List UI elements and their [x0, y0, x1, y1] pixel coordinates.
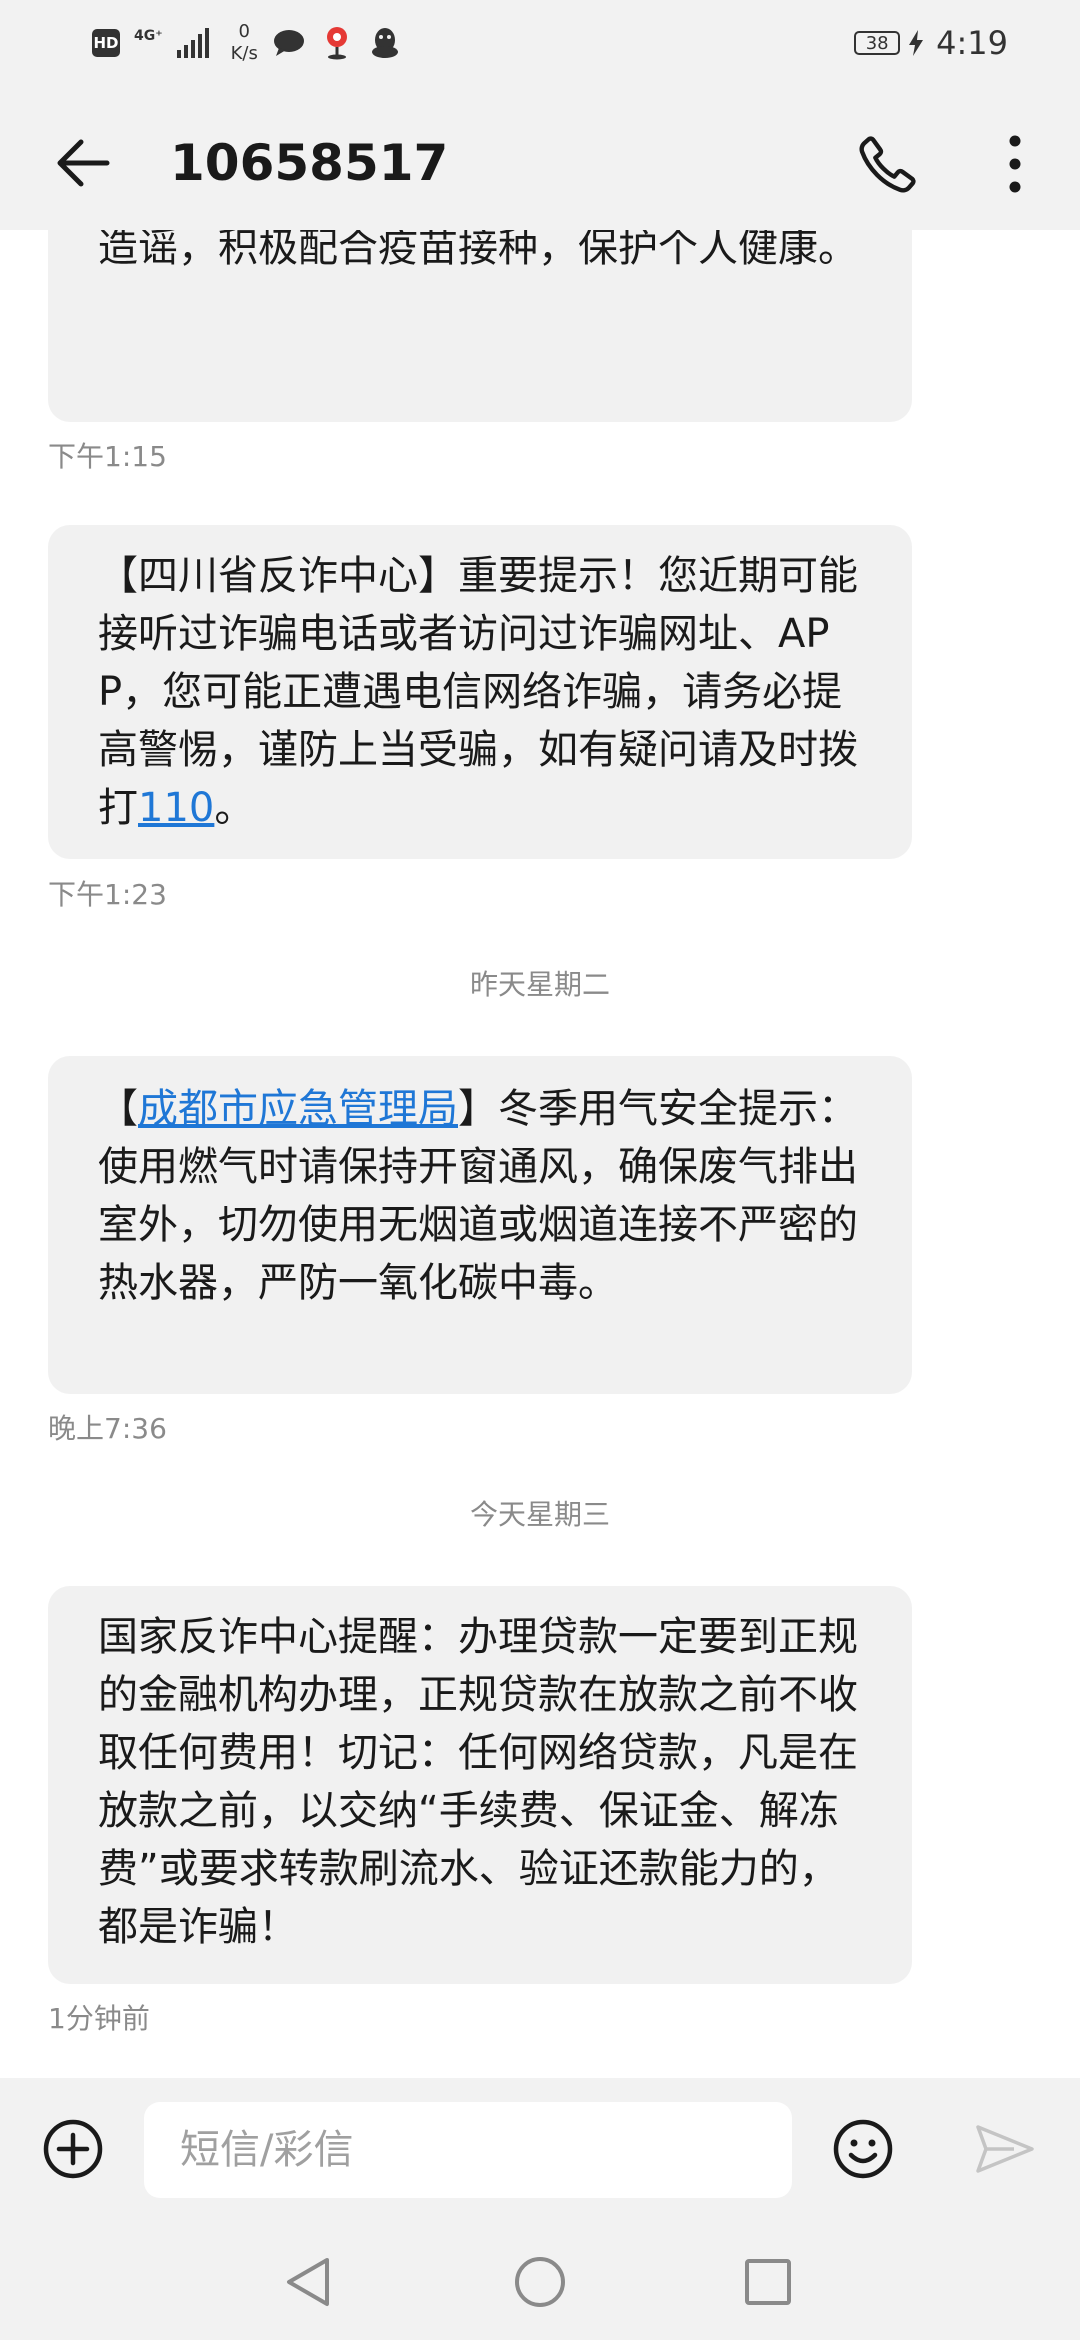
status-right-group: 38 4:19 [854, 18, 1008, 68]
emoji-button[interactable] [828, 2114, 898, 2184]
send-icon [976, 2125, 1034, 2173]
message-bubble[interactable]: 【成都市应急管理局】冬季用气安全提示：使用燃气时请保持开窗通风，确保废气排出室外… [48, 1056, 912, 1394]
contact-title: 10658517 [170, 134, 449, 192]
square-recents-icon [745, 2259, 791, 2305]
chat-notification-icon [272, 26, 306, 60]
compose-bar [0, 2078, 1080, 2222]
message-bubble[interactable]: 【四川省反诈中心】重要提示！您近期可能接听过诈骗电话或者访问过诈骗网址、APP，… [48, 525, 912, 859]
network-type: 4G⁺ [134, 28, 163, 44]
network-speed-value: 0 [238, 21, 250, 42]
back-arrow-icon [57, 139, 110, 187]
nav-recents-button[interactable] [728, 2242, 808, 2322]
location-notification-icon [320, 26, 354, 60]
message-text: 国家反诈中心提醒：办理贷款一定要到正规的金融机构办理，正规贷款在放款之前不收取任… [98, 1614, 858, 1950]
message-timestamp: 晚上7:36 [48, 1412, 167, 1445]
message-text: 【 [98, 1086, 138, 1132]
back-button[interactable] [44, 124, 122, 202]
message-input[interactable] [144, 2102, 792, 2198]
nav-home-button[interactable] [500, 2242, 580, 2322]
triangle-back-icon [287, 2258, 329, 2306]
clock: 4:19 [936, 24, 1008, 62]
send-button[interactable] [970, 2114, 1040, 2184]
more-vertical-icon [1009, 135, 1021, 193]
phone-number-link[interactable]: 110 [138, 785, 214, 831]
organization-link[interactable]: 成都市应急管理局 [138, 1086, 458, 1132]
more-options-button[interactable] [990, 124, 1040, 204]
date-separator: 今天星期三 [469, 1498, 610, 1531]
network-speed: 0 K/s [231, 21, 258, 65]
system-navigation-bar [0, 2222, 1080, 2340]
nav-back-button[interactable] [268, 2242, 348, 2322]
message-timestamp: 1分钟前 [48, 2002, 150, 2035]
message-list[interactable]: 动学习疫情防控知识，不信谣、不传谣、不造谣，积极配合疫苗接种，保护个人健康。 下… [0, 230, 1080, 2078]
status-left-group: HD 4G⁺ 0 K/s [92, 18, 402, 68]
charging-icon [908, 30, 924, 56]
message-text: 动学习疫情防控知识，不信谣、不传谣、不造谣，积极配合疫苗接种，保护个人健康。 [98, 230, 858, 271]
circle-home-icon [515, 2257, 565, 2307]
date-separator: 昨天星期二 [469, 968, 610, 1001]
message-text-end: 。 [214, 785, 255, 831]
network-speed-unit: K/s [230, 43, 258, 64]
message-timestamp: 下午1:15 [48, 440, 167, 473]
call-button[interactable] [848, 124, 928, 204]
smiley-icon [833, 2119, 893, 2179]
phone-icon [859, 136, 916, 193]
signal-strength-icon [176, 28, 209, 58]
message-timestamp: 下午1:23 [48, 878, 167, 911]
attach-button[interactable] [38, 2114, 108, 2184]
hd-voice-icon: HD [92, 29, 120, 57]
conversation-header: 10658517 [0, 88, 1080, 230]
qq-notification-icon [368, 26, 402, 60]
battery-icon: 38 [854, 31, 901, 55]
message-bubble[interactable]: 动学习疫情防控知识，不信谣、不传谣、不造谣，积极配合疫苗接种，保护个人健康。 [48, 230, 912, 422]
status-bar: HD 4G⁺ 0 K/s 38 4:19 [0, 0, 1080, 88]
message-bubble[interactable]: 国家反诈中心提醒：办理贷款一定要到正规的金融机构办理，正规贷款在放款之前不收取任… [48, 1586, 912, 1984]
add-circle-icon [43, 2119, 103, 2179]
